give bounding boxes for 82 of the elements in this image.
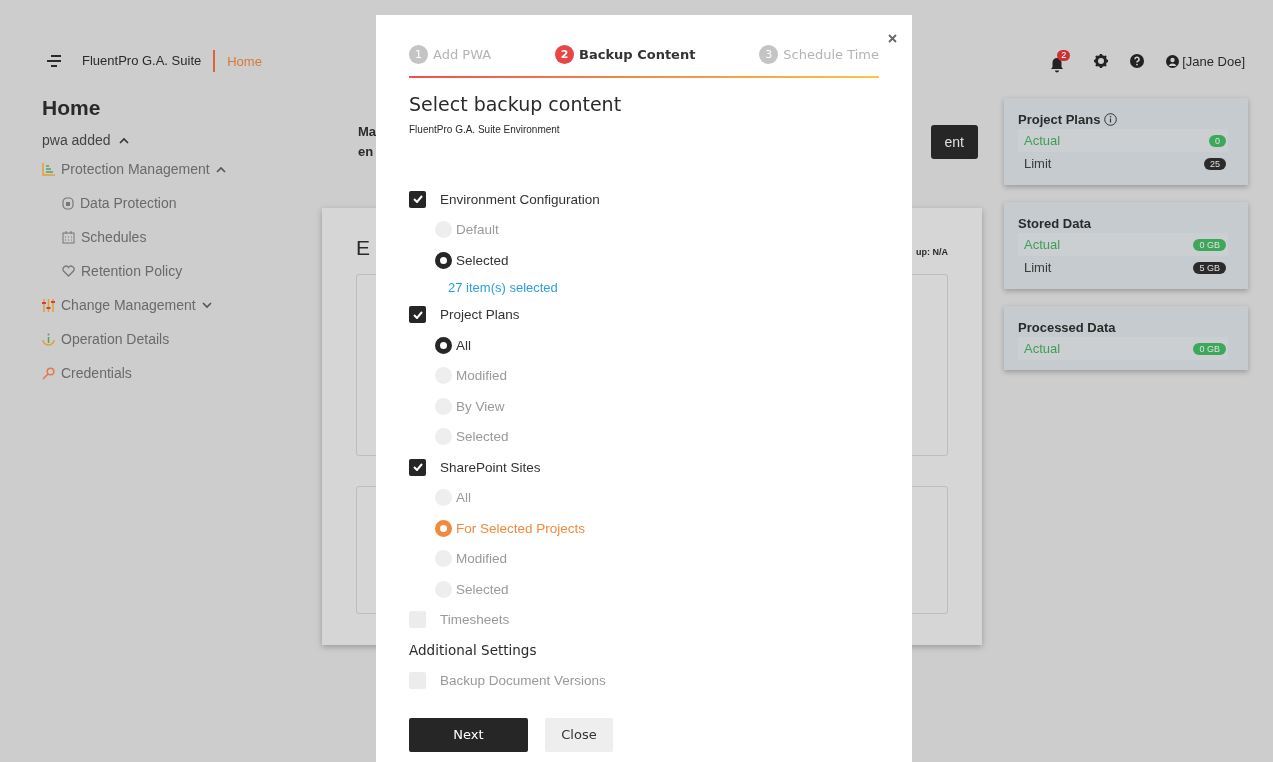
radio-label: By View [456, 398, 505, 414]
check-icon [412, 310, 423, 319]
backup-status: up: N/A [916, 247, 948, 257]
checkbox[interactable] [409, 306, 426, 324]
radio-label: Modified [456, 368, 508, 384]
step-number: 1 [409, 45, 428, 64]
user-menu[interactable]: [Jane Doe] [1166, 53, 1245, 69]
radio-label: Default [456, 222, 499, 238]
user-icon [1166, 54, 1180, 68]
stat-value: 25 [1204, 157, 1226, 170]
notification-button[interactable]: 2 [1050, 49, 1073, 73]
checkbox-label: SharePoint Sites [440, 459, 541, 475]
wizard-step[interactable]: Add PWA [433, 47, 492, 62]
wizard-step[interactable]: Backup Content [579, 47, 696, 62]
calendar-icon [62, 230, 75, 244]
check-icon [412, 463, 423, 472]
radio-label: Selected [456, 429, 509, 445]
radio-label: For Selected Projects [456, 520, 586, 536]
intro-text: en [358, 143, 375, 161]
section-heading: Additional Settings [409, 641, 538, 660]
selected-items-link[interactable]: 27 item(s) selected [409, 275, 558, 300]
check-icon [412, 195, 423, 204]
sidebar-item[interactable]: Change Management [42, 288, 322, 322]
bar-chart-icon [42, 162, 55, 176]
stat-value: 0 GB [1193, 238, 1226, 251]
info-icon[interactable] [1104, 113, 1118, 126]
stat-value: 0 GB [1193, 342, 1226, 355]
intro-text: Ma [358, 123, 377, 141]
breadcrumb-link[interactable]: Home [215, 53, 262, 69]
bell-icon [1050, 56, 1065, 73]
heart-icon [62, 265, 75, 277]
shield-icon [62, 196, 74, 210]
radio-label: Selected [456, 252, 509, 268]
radio-label: All [456, 490, 471, 506]
dialog-subtitle: FluentPro G.A. Suite Environment [409, 124, 561, 135]
checkbox[interactable] [409, 458, 426, 476]
sidebar-item[interactable]: Protection Management [42, 152, 322, 186]
help-icon[interactable] [1130, 54, 1145, 68]
sidebar-subitem[interactable]: Retention Policy [42, 254, 322, 288]
dialog-title: Select backup content [409, 93, 623, 115]
close-icon[interactable] [888, 34, 897, 43]
checkbox-label: Backup Document Versions [440, 672, 606, 688]
stat-label: Limit [1024, 156, 1052, 171]
radio-label: Modified [456, 551, 508, 567]
radio-button[interactable] [435, 336, 452, 354]
dialog-button[interactable]: Close [545, 717, 613, 752]
radio-label: Selected [456, 581, 509, 597]
key-icon [42, 366, 55, 380]
stat-label: Actual [1024, 133, 1061, 148]
stat-title: Project Plans [1018, 112, 1101, 127]
stat-title: Processed Data [1018, 320, 1116, 335]
menu-icon[interactable] [46, 55, 62, 67]
checkbox[interactable] [409, 190, 426, 208]
checkbox-label: Project Plans [440, 307, 520, 323]
stat-value: 5 GB [1193, 261, 1226, 274]
stat-title: Stored Data [1018, 216, 1091, 231]
sidebar-subitem[interactable]: Data Protection [42, 186, 322, 220]
sliders-icon [42, 298, 55, 312]
action-button[interactable]: ent [930, 125, 978, 159]
radio-label: All [456, 337, 471, 353]
stat-label: Actual [1024, 341, 1061, 356]
radio-button[interactable] [435, 519, 452, 537]
checkbox-label: Environment Configuration [440, 191, 600, 207]
notification-count: 2 [1057, 49, 1071, 61]
settings-icon[interactable] [1094, 54, 1109, 68]
sidebar-group[interactable]: pwa added [42, 128, 322, 152]
sidebar-subitem[interactable]: Schedules [42, 220, 322, 254]
checkbox-label: Timesheets [440, 612, 510, 628]
stat-label: Limit [1024, 260, 1052, 275]
step-number: 2 [555, 45, 575, 64]
card-title: E [356, 236, 370, 260]
sidebar-item[interactable]: Operation Details [42, 322, 322, 356]
sidebar-item[interactable]: Credentials [42, 356, 322, 390]
wizard-step[interactable]: Schedule Time [783, 47, 879, 62]
info-icon [42, 332, 55, 346]
stat-label: Actual [1024, 237, 1061, 252]
sidebar-title: Home [42, 96, 102, 120]
step-number: 3 [759, 45, 779, 64]
radio-button[interactable] [435, 251, 452, 269]
app-name: FluentPro G.A. Suite [82, 50, 216, 72]
stat-value: 0 [1209, 134, 1226, 147]
dialog-button[interactable]: Next [409, 717, 528, 752]
